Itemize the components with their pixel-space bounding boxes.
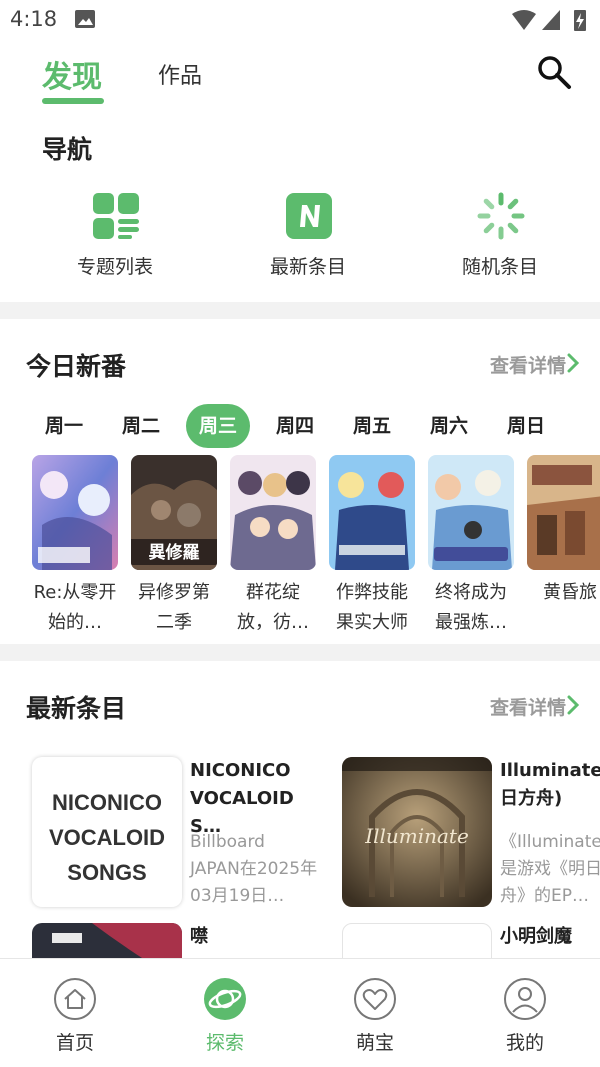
weekday-fri[interactable]: 周五 — [340, 404, 404, 448]
tab-works-label: 作品 — [158, 64, 203, 89]
anime-name: 终将成为最强炼… — [435, 582, 507, 633]
navigation-section: 导航 专题列表 最新条目 随机条目 — [0, 110, 600, 302]
anime-item[interactable]: 黄昏旅 — [527, 455, 600, 638]
signal-battery-icons — [512, 10, 586, 31]
anime-cover — [329, 455, 415, 570]
anime-item[interactable]: 作弊技能果实大师 — [329, 455, 415, 638]
nav-topic-list[interactable]: 专题列表 — [40, 192, 190, 282]
weekday-sat[interactable]: 周六 — [417, 404, 481, 448]
bottom-nav-profile-label: 我的 — [505, 1032, 544, 1054]
nav-latest-entries[interactable]: 最新条目 — [233, 192, 383, 282]
entry-title: 小明剑魔 — [500, 926, 572, 947]
anime-cover — [230, 455, 316, 570]
weekday-mon[interactable]: 周一 — [32, 404, 96, 448]
bottom-nav-favorites[interactable]: 萌宝 — [325, 977, 425, 1055]
anime-cover — [32, 455, 118, 570]
anime-item[interactable]: 终将成为最强炼… — [428, 455, 514, 638]
chevron-right-icon[interactable] — [566, 695, 580, 715]
image-notification-icon — [75, 10, 95, 28]
entry-cover: NICONICO VOCALOID SONGS — [32, 757, 182, 907]
nav-random-entry[interactable]: 随机条目 — [425, 192, 575, 282]
anime-cover — [428, 455, 514, 570]
anime-name: 黄昏旅 — [543, 582, 597, 603]
grid-icon — [93, 193, 139, 239]
bottom-nav-favorites-label: 萌宝 — [355, 1032, 394, 1054]
entry-cover — [32, 923, 182, 961]
entry-title: 噤 — [190, 926, 208, 947]
latest-entries-section: 最新条目 查看详情 NICONICO VOCALOID SONGS NICONI… — [0, 661, 600, 961]
entry-cover — [342, 923, 492, 961]
weekday-tue[interactable]: 周二 — [109, 404, 173, 448]
anime-name: 群花绽放，彷… — [237, 582, 309, 633]
today-anime-section: 今日新番 查看详情 周一 周二 周三 周四 周五 周六 周日 Re:从零开始的… — [0, 319, 600, 644]
tab-works[interactable]: 作品 — [158, 58, 202, 90]
today-more-link[interactable]: 查看详情 — [490, 351, 566, 378]
bottom-navigation: 首页 探索 萌宝 我的 — [0, 958, 600, 1067]
entry-description: Billboard JAPAN在2025年03月19日… — [190, 832, 318, 906]
new-n-icon — [286, 193, 332, 239]
weekday-wed[interactable]: 周三 — [186, 404, 250, 448]
person-icon — [504, 978, 546, 1020]
anime-name: 异修罗第二季 — [138, 582, 210, 633]
anime-cover-title: 異修羅 — [149, 542, 200, 563]
entry-cover-title: NICONICO VOCALOID SONGS — [48, 790, 166, 885]
heart-icon — [354, 978, 396, 1020]
anime-name: 作弊技能果实大师 — [336, 582, 408, 633]
weekday-sun[interactable]: 周日 — [494, 404, 558, 448]
entry-title: Illuminate (明日方舟) — [500, 760, 600, 809]
bottom-nav-explore[interactable]: 探索 — [175, 977, 275, 1055]
latest-entries-title: 最新条目 — [26, 694, 127, 723]
entry-cover: Illuminate — [342, 757, 492, 907]
navigation-title: 导航 — [42, 135, 93, 164]
nav-topic-list-label: 专题列表 — [76, 256, 153, 278]
anime-item[interactable]: 群花绽放，彷… — [230, 455, 316, 638]
bottom-nav-home-label: 首页 — [55, 1032, 94, 1054]
bottom-nav-explore-label: 探索 — [205, 1032, 244, 1054]
anime-item[interactable]: 異修羅 异修罗第二季 — [131, 455, 217, 638]
chevron-right-icon[interactable] — [566, 353, 580, 373]
top-header: 发现 作品 — [0, 40, 600, 110]
status-time: 4:18 — [10, 7, 58, 31]
planet-icon — [204, 978, 246, 1020]
tab-discover-label: 发现 — [42, 60, 102, 95]
nav-random-entry-label: 随机条目 — [461, 256, 538, 278]
weekday-thu[interactable]: 周四 — [263, 404, 327, 448]
bottom-nav-home[interactable]: 首页 — [25, 977, 125, 1055]
home-icon — [54, 978, 96, 1020]
entry-cover-title: Illuminate — [364, 824, 469, 848]
nav-latest-entries-label: 最新条目 — [269, 256, 346, 278]
today-anime-title: 今日新番 — [26, 352, 127, 381]
bottom-nav-profile[interactable]: 我的 — [475, 977, 575, 1055]
status-bar: 4:18 — [0, 0, 600, 40]
search-icon[interactable] — [536, 54, 572, 90]
tab-active-indicator — [42, 98, 104, 104]
spinner-icon — [477, 192, 525, 240]
anime-cover — [527, 455, 600, 570]
latest-more-link[interactable]: 查看详情 — [490, 693, 566, 720]
anime-item[interactable]: Re:从零开始的… — [32, 455, 118, 638]
entry-description: 《Illuminate》是游戏《明日方舟》的EP… — [500, 832, 600, 906]
anime-name: Re:从零开始的… — [33, 582, 117, 633]
tab-discover[interactable]: 发现 — [42, 52, 104, 104]
anime-cover: 異修羅 — [131, 455, 217, 570]
